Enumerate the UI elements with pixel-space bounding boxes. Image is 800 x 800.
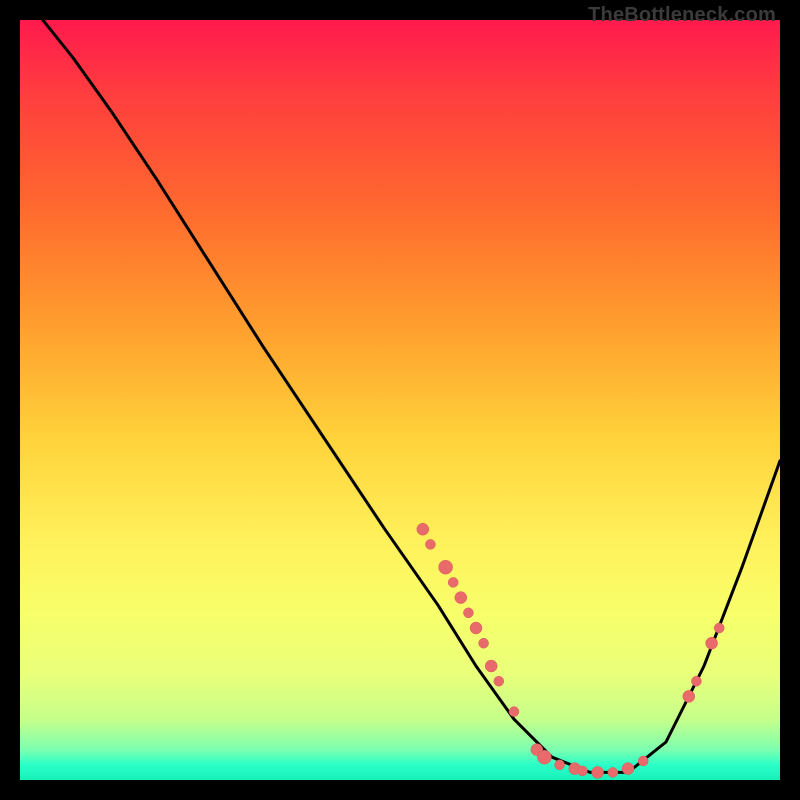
data-point [470,622,482,634]
data-point [706,637,718,649]
bottleneck-curve-chart [20,20,780,780]
data-point [455,592,467,604]
bottleneck-curve [43,20,780,772]
data-point [691,676,701,686]
data-point [485,660,497,672]
data-point [448,577,458,587]
data-point [479,638,489,648]
data-point [608,767,618,777]
data-point [537,750,551,764]
data-point [638,756,648,766]
data-point [463,608,473,618]
attribution-label: TheBottleneck.com [588,4,776,27]
data-point [622,763,634,775]
chart-frame [20,20,780,780]
data-point [439,560,453,574]
data-point [555,760,565,770]
data-point [577,766,587,776]
data-point [425,539,435,549]
data-point [509,707,519,717]
data-point [683,690,695,702]
data-point [592,766,604,778]
data-point [417,523,429,535]
data-point [714,623,724,633]
data-point [494,676,504,686]
